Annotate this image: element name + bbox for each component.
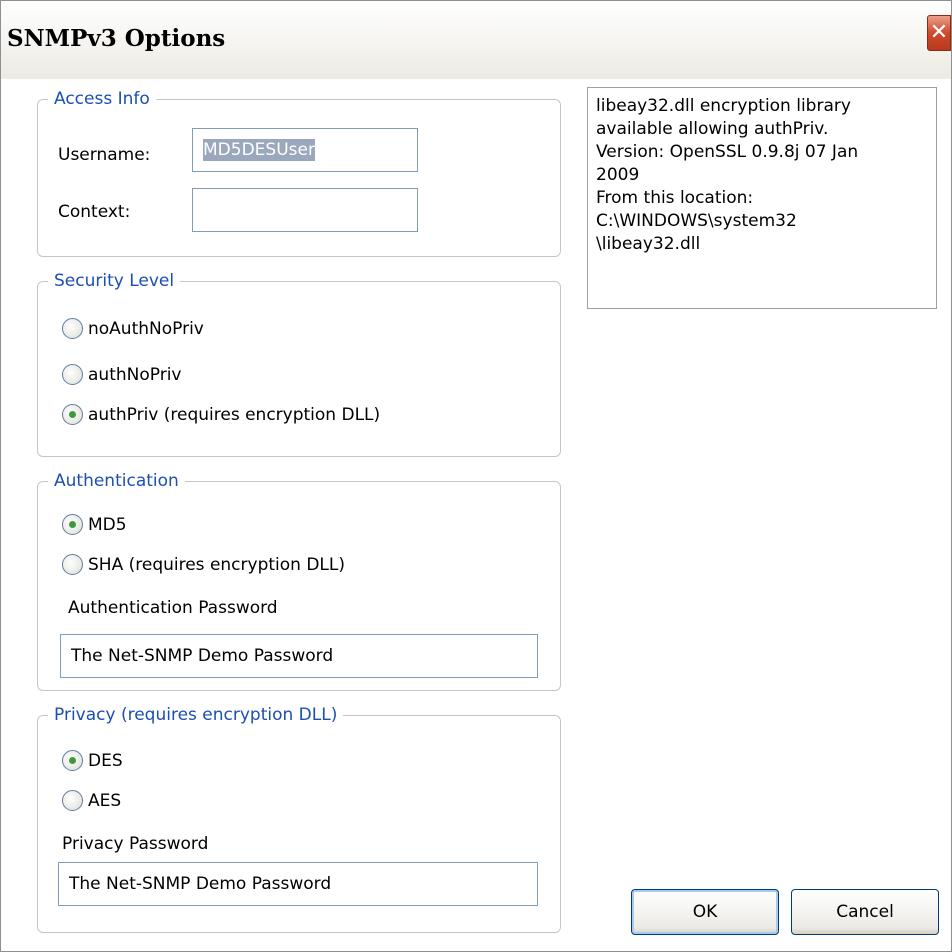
radio-authpriv[interactable]: authPriv (requires encryption DLL): [62, 404, 380, 425]
dialog-title: SNMPv3 Options: [7, 25, 226, 52]
ok-button[interactable]: OK: [631, 889, 779, 935]
radio-button-checked-icon: [62, 404, 83, 425]
info-line: From this location:: [596, 188, 754, 208]
dialog-body: Access Info Username: MD5DESUser Context…: [1, 79, 951, 951]
authentication-group: Authentication MD5 SHA (requires encrypt…: [37, 468, 561, 691]
info-line: \libeay32.dll: [596, 234, 701, 254]
radio-label: SHA (requires encryption DLL): [88, 554, 345, 575]
security-level-legend: Security Level: [48, 268, 181, 294]
radio-button-icon: [62, 364, 83, 385]
username-value: MD5DESUser: [203, 139, 315, 161]
security-level-group: Security Level noAuthNoPriv authNoPriv a…: [37, 268, 561, 457]
title-bar[interactable]: SNMPv3 Options ✕: [1, 1, 951, 79]
radio-button-checked-icon: [62, 514, 83, 535]
privacy-password-value: The Net-SNMP Demo Password: [69, 874, 332, 894]
radio-label: MD5: [88, 514, 127, 535]
radio-aes[interactable]: AES: [62, 790, 121, 811]
radio-button-icon: [62, 318, 83, 339]
radio-label: DES: [88, 750, 123, 771]
radio-label: noAuthNoPriv: [88, 318, 204, 339]
radio-button-icon: [62, 554, 83, 575]
radio-label: authPriv (requires encryption DLL): [88, 404, 381, 425]
authentication-legend: Authentication: [48, 468, 185, 494]
auth-password-label: Authentication Password: [68, 598, 278, 618]
cancel-button[interactable]: Cancel: [791, 889, 939, 935]
context-label: Context:: [58, 202, 131, 222]
access-info-group: Access Info Username: MD5DESUser Context…: [37, 86, 561, 257]
privacy-password-input[interactable]: The Net-SNMP Demo Password: [58, 862, 538, 906]
access-info-legend: Access Info: [48, 86, 156, 112]
radio-button-icon: [62, 790, 83, 811]
privacy-group: Privacy (requires encryption DLL) DES AE…: [37, 702, 561, 933]
radio-md5[interactable]: MD5: [62, 514, 127, 535]
radio-authnopriv[interactable]: authNoPriv: [62, 364, 181, 385]
privacy-password-label: Privacy Password: [62, 834, 209, 854]
encryption-info-box: libeay32.dll encryption library availabl…: [587, 87, 937, 309]
radio-sha[interactable]: SHA (requires encryption DLL): [62, 554, 345, 575]
auth-password-input[interactable]: The Net-SNMP Demo Password: [60, 634, 538, 678]
info-line: C:\WINDOWS\system32: [596, 211, 797, 231]
radio-des[interactable]: DES: [62, 750, 123, 771]
radio-button-checked-icon: [62, 750, 83, 771]
close-icon[interactable]: ✕: [927, 15, 951, 51]
snmpv3-options-dialog: SNMPv3 Options ✕ Access Info Username: M…: [0, 0, 952, 952]
username-label: Username:: [58, 145, 151, 165]
info-line: 2009: [596, 165, 640, 185]
auth-password-value: The Net-SNMP Demo Password: [71, 646, 334, 666]
info-line: libeay32.dll encryption library: [596, 96, 851, 116]
privacy-legend: Privacy (requires encryption DLL): [48, 702, 344, 728]
radio-label: authNoPriv: [88, 364, 182, 385]
radio-noauthnopriv[interactable]: noAuthNoPriv: [62, 318, 204, 339]
radio-label: AES: [88, 790, 122, 811]
context-input[interactable]: [192, 188, 418, 232]
info-line: available allowing authPriv.: [596, 119, 829, 139]
username-input[interactable]: MD5DESUser: [192, 128, 418, 172]
info-line: Version: OpenSSL 0.9.8j 07 Jan: [596, 142, 859, 162]
